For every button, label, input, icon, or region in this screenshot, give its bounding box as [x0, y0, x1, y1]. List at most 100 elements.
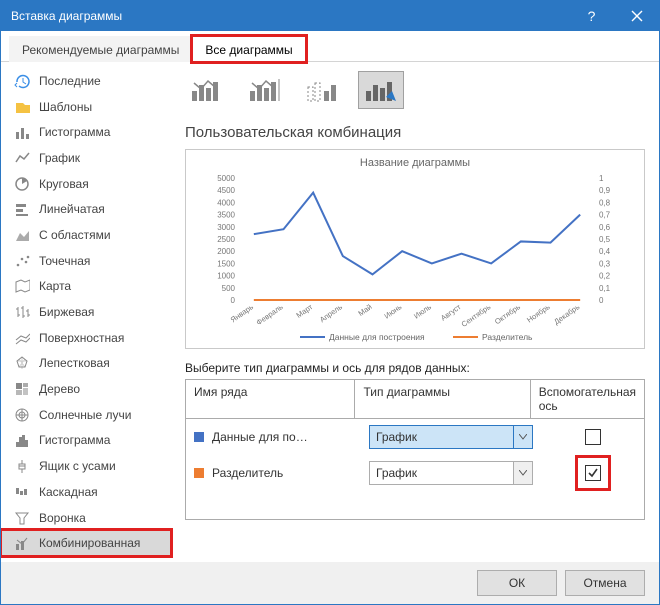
sidebar-item-recent[interactable]: Последние	[1, 68, 171, 94]
histo-icon	[13, 432, 31, 448]
chart-preview-svg: Название диаграммы0500100015002000250030…	[186, 150, 644, 348]
sidebar-item-label: Круговая	[39, 177, 89, 191]
svg-text:0: 0	[599, 296, 604, 305]
funnel-icon	[13, 510, 31, 526]
chevron-down-icon	[513, 462, 532, 484]
svg-text:Октябрь: Октябрь	[493, 302, 522, 326]
series-row: Данные для по… График	[186, 419, 644, 455]
combo-subtype-custom[interactable]	[359, 72, 403, 108]
svg-text:Декабрь: Декабрь	[552, 302, 581, 326]
secondary-axis-checkbox-holder	[577, 421, 609, 453]
pie-icon	[13, 176, 31, 192]
combo-thumb-icon	[248, 77, 282, 103]
svg-text:5000: 5000	[217, 174, 235, 183]
sidebar-item-bar[interactable]: Гистограмма	[1, 119, 171, 145]
combo-subtype-1[interactable]	[185, 72, 229, 108]
tab-all-charts[interactable]: Все диаграммы	[192, 36, 305, 62]
secondary-axis-checkbox[interactable]	[585, 429, 601, 445]
sidebar-item-label: Последние	[39, 74, 101, 88]
sidebar-item-sunburst[interactable]: Солнечные лучи	[1, 402, 171, 428]
secondary-axis-checkbox[interactable]	[585, 465, 601, 481]
dialog-footer: ОК Отмена	[1, 562, 659, 604]
sidebar-item-label: Линейчатая	[39, 202, 105, 216]
sidebar-item-funnel[interactable]: Воронка	[1, 505, 171, 531]
svg-text:Февраль: Февраль	[255, 302, 285, 327]
svg-text:1: 1	[599, 174, 604, 183]
ok-button[interactable]: ОК	[477, 570, 557, 596]
secondary-axis-checkbox-holder	[577, 457, 609, 489]
chevron-down-icon	[513, 426, 532, 448]
sidebar-item-label: Лепестковая	[39, 356, 110, 370]
svg-text:Разделитель: Разделитель	[482, 332, 533, 342]
svg-text:4500: 4500	[217, 186, 235, 195]
map-icon	[13, 278, 31, 294]
svg-text:4000: 4000	[217, 198, 235, 207]
close-button[interactable]	[614, 1, 659, 31]
series-name: Разделитель	[212, 466, 283, 480]
series-color-swatch	[194, 432, 204, 442]
subtype-thumbnails	[185, 72, 645, 108]
series-type-select[interactable]: График	[369, 461, 533, 485]
line-icon	[13, 150, 31, 166]
sidebar-item-label: Точечная	[39, 254, 90, 268]
svg-text:Июль: Июль	[412, 302, 433, 320]
svg-text:2500: 2500	[217, 235, 235, 244]
svg-text:Ноябрь: Ноябрь	[525, 302, 552, 324]
sidebar-item-label: Воронка	[39, 511, 86, 525]
series-name-cell: Данные для по…	[186, 426, 361, 448]
sidebar-item-label: Гистограмма	[39, 433, 110, 447]
combo-thumb-icon	[364, 77, 398, 103]
svg-text:0,3: 0,3	[599, 259, 611, 268]
series-picker-label: Выберите тип диаграммы и ось для рядов д…	[185, 361, 645, 375]
sidebar-item-box[interactable]: Ящик с усами	[1, 453, 171, 479]
chart-preview: Название диаграммы0500100015002000250030…	[185, 149, 645, 349]
sidebar-item-label: Поверхностная	[39, 331, 124, 345]
sidebar-item-label: Ящик с усами	[39, 459, 116, 473]
svg-text:0,1: 0,1	[599, 284, 611, 293]
series-type-select[interactable]: График	[369, 425, 533, 449]
svg-text:Название диаграммы: Название диаграммы	[360, 157, 470, 169]
help-button[interactable]: ?	[569, 1, 614, 31]
sidebar-item-stock[interactable]: Биржевая	[1, 299, 171, 325]
sidebar-item-label: Каскадная	[39, 485, 98, 499]
tab-recommended[interactable]: Рекомендуемые диаграммы	[9, 36, 192, 62]
sidebar-item-label: График	[39, 151, 80, 165]
cancel-button[interactable]: Отмена	[565, 570, 645, 596]
svg-text:Июнь: Июнь	[383, 302, 404, 320]
svg-text:Сентябрь: Сентябрь	[460, 302, 493, 329]
sidebar-item-tree[interactable]: Дерево	[1, 376, 171, 402]
surface-icon	[13, 330, 31, 346]
combo-subtype-3[interactable]	[301, 72, 345, 108]
svg-text:Май: Май	[356, 302, 373, 318]
sidebar-item-waterfall[interactable]: Каскадная	[1, 479, 171, 505]
box-icon	[13, 458, 31, 474]
sidebar-item-label: Гистограмма	[39, 125, 110, 139]
scatter-icon	[13, 253, 31, 269]
combo-thumb-icon	[306, 77, 340, 103]
svg-text:2000: 2000	[217, 247, 235, 256]
sidebar-item-radar[interactable]: Лепестковая	[1, 351, 171, 377]
recent-icon	[13, 73, 31, 89]
svg-text:3500: 3500	[217, 211, 235, 220]
col-header-type: Тип диаграммы	[355, 380, 530, 418]
sidebar-item-area[interactable]: С областями	[1, 222, 171, 248]
sidebar-item-scatter[interactable]: Точечная	[1, 248, 171, 274]
sidebar-item-surface[interactable]: Поверхностная	[1, 325, 171, 351]
svg-text:0,9: 0,9	[599, 186, 611, 195]
sidebar-item-histo[interactable]: Гистограмма	[1, 428, 171, 454]
sidebar-item-templates[interactable]: Шаблоны	[1, 94, 171, 120]
sidebar-item-map[interactable]: Карта	[1, 274, 171, 300]
sidebar-item-hbar[interactable]: Линейчатая	[1, 196, 171, 222]
radar-icon	[13, 355, 31, 371]
main-panel: Пользовательская комбинация Название диа…	[171, 62, 659, 562]
sidebar-item-label: Солнечные лучи	[39, 408, 131, 422]
series-grid-header: Имя ряда Тип диаграммы Вспомогательная о…	[186, 380, 644, 419]
series-type-cell: График	[361, 457, 542, 489]
area-icon	[13, 227, 31, 243]
sidebar-item-pie[interactable]: Круговая	[1, 171, 171, 197]
sidebar-item-line[interactable]: График	[1, 145, 171, 171]
svg-text:0,2: 0,2	[599, 272, 611, 281]
svg-text:1000: 1000	[217, 272, 235, 281]
sidebar-item-combo[interactable]: Комбинированная	[1, 530, 171, 556]
combo-subtype-2[interactable]	[243, 72, 287, 108]
